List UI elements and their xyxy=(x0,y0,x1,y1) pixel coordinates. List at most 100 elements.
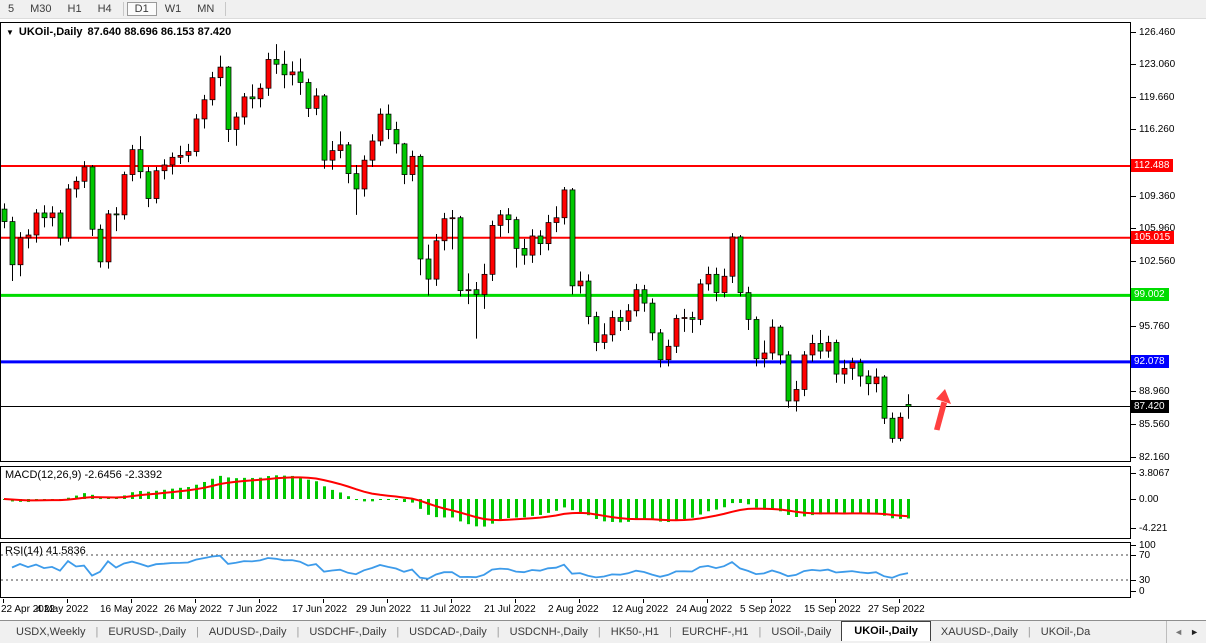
chart-symbol-label: UKOil-,Daily xyxy=(19,26,83,38)
tick-dash xyxy=(1131,196,1136,197)
tab-usdx-weekly[interactable]: USDX,Weekly xyxy=(6,623,95,641)
date-tick-mark xyxy=(707,599,708,603)
date-tick-label: 16 May 2022 xyxy=(100,604,158,615)
price-axis-tick: 95.760 xyxy=(1131,321,1170,333)
macd-label: MACD(12,26,9) -2.6456 -2.3392 xyxy=(5,469,162,481)
price-axis[interactable]: 126.460123.060119.660116.260109.360105.9… xyxy=(1131,0,1206,619)
trend-arrow-annotation[interactable] xyxy=(934,389,951,431)
tick-dash xyxy=(1131,129,1136,130)
tab-hk50-h1[interactable]: HK50-,H1 xyxy=(601,623,669,641)
symbol-tabs: USDX,Weekly|EURUSD-,Daily|AUDUSD-,Daily|… xyxy=(0,621,1166,643)
tick-dash xyxy=(1131,326,1136,327)
macd-chart[interactable] xyxy=(1,467,1130,536)
rsi-axis-tick: 0 xyxy=(1131,585,1145,597)
date-tick-mark xyxy=(195,599,196,603)
main-chart-panel[interactable]: ▼ UKOil-,Daily 87.640 88.696 86.153 87.4… xyxy=(0,22,1131,462)
date-tick-mark xyxy=(131,599,132,603)
level-price-tag: 99.002 xyxy=(1131,288,1169,301)
price-axis-tick: 85.560 xyxy=(1131,418,1170,430)
timeframe-5[interactable]: 5 xyxy=(0,2,22,16)
macd-panel[interactable]: MACD(12,26,9) -2.6456 -2.3392 xyxy=(0,466,1131,539)
chart-dropdown-triangle-icon[interactable]: ▼ xyxy=(6,28,14,37)
tab-usdcnh-daily[interactable]: USDCNH-,Daily xyxy=(500,623,598,641)
rsi-axis-tick: 70 xyxy=(1131,549,1150,561)
date-tick-mark xyxy=(643,599,644,603)
timeframe-toolbar: 5M30H1H4 D1W1MN xyxy=(0,0,1206,19)
price-axis-tick: 126.460 xyxy=(1131,26,1175,38)
current-price-tag: 87.420 xyxy=(1131,400,1169,413)
tab-xauusd-daily[interactable]: XAUUSD-,Daily xyxy=(931,623,1028,641)
tab-eurchf-h1[interactable]: EURCHF-,H1 xyxy=(672,623,759,641)
date-tick-label: 2 Aug 2022 xyxy=(548,604,599,615)
price-axis-tick: 82.160 xyxy=(1131,451,1170,463)
level-price-tag: 105.015 xyxy=(1131,231,1174,244)
macd-histogram xyxy=(3,475,910,526)
tab-usdcad-daily[interactable]: USDCAD-,Daily xyxy=(399,623,497,641)
date-tick-mark xyxy=(387,599,388,603)
tab-eurusd-daily[interactable]: EURUSD-,Daily xyxy=(98,623,196,641)
tick-dash xyxy=(1131,457,1136,458)
timeframe-m30[interactable]: M30 xyxy=(22,2,59,16)
rsi-panel[interactable]: RSI(14) 41.5836 xyxy=(0,542,1131,598)
tick-dash xyxy=(1131,64,1136,65)
tick-dash xyxy=(1131,228,1136,229)
date-tick-label: 26 May 2022 xyxy=(164,604,222,615)
date-tick-label: 7 Jun 2022 xyxy=(228,604,278,615)
chart-ohlc-values: 87.640 88.696 86.153 87.420 xyxy=(88,26,232,38)
price-axis-tick: 102.560 xyxy=(1131,255,1175,267)
tick-dash xyxy=(1131,391,1136,392)
timeframe-w1[interactable]: W1 xyxy=(157,2,190,16)
timeframe-h1[interactable]: H1 xyxy=(60,2,90,16)
macd-axis-tick: -4.221 xyxy=(1131,522,1167,534)
trading-terminal: 5M30H1H4 D1W1MN ▼ UKOil-,Daily 87.640 88.… xyxy=(0,0,1206,643)
rsi-label: RSI(14) 41.5836 xyxy=(5,545,86,557)
tab-audusd-daily[interactable]: AUDUSD-,Daily xyxy=(199,623,297,641)
macd-axis-tick: 0.00 xyxy=(1131,493,1158,505)
price-axis-tick: 119.660 xyxy=(1131,91,1174,103)
candlesticks xyxy=(2,44,911,443)
date-tick-label: 4 May 2022 xyxy=(36,604,88,615)
rsi-line xyxy=(12,556,908,579)
timeframe-h4[interactable]: H4 xyxy=(90,2,120,16)
rsi-value: 41.5836 xyxy=(46,545,86,557)
symbol-tabbar: USDX,Weekly|EURUSD-,Daily|AUDUSD-,Daily|… xyxy=(0,620,1206,643)
date-tick-label: 29 Jun 2022 xyxy=(356,604,411,615)
price-axis-tick: 123.060 xyxy=(1131,59,1175,71)
price-axis-tick: 116.260 xyxy=(1131,124,1174,136)
date-tick-label: 27 Sep 2022 xyxy=(868,604,925,615)
tab-scroll-left-icon[interactable]: ◄ xyxy=(1174,627,1183,637)
date-axis[interactable]: 22 Apr 20224 May 202216 May 202226 May 2… xyxy=(0,599,1131,619)
price-axis-tick: 109.360 xyxy=(1131,190,1175,202)
level-price-tag: 112.488 xyxy=(1131,159,1173,172)
chart-title: ▼ UKOil-,Daily 87.640 88.696 86.153 87.4… xyxy=(6,26,231,38)
tab-scroll-buttons: ◄ ► xyxy=(1166,621,1206,643)
tick-dash xyxy=(1131,261,1136,262)
date-tick-mark xyxy=(451,599,452,603)
tick-dash xyxy=(1131,32,1136,33)
timeframe-d1[interactable]: D1 xyxy=(127,2,157,16)
tab-usdchf-daily[interactable]: USDCHF-,Daily xyxy=(299,623,396,641)
macd-values: -2.6456 -2.3392 xyxy=(84,469,162,481)
date-tick-mark xyxy=(579,599,580,603)
date-tick-label: 11 Jul 2022 xyxy=(420,604,471,615)
timeframe-mn[interactable]: MN xyxy=(189,2,222,16)
date-tick-mark xyxy=(259,599,260,603)
tick-dash xyxy=(1131,424,1136,425)
tab-usoil-daily[interactable]: USOil-,Daily xyxy=(761,623,841,641)
date-tick-mark xyxy=(835,599,836,603)
date-tick-label: 17 Jun 2022 xyxy=(292,604,347,615)
date-tick-mark xyxy=(67,599,68,603)
tab-scroll-right-icon[interactable]: ► xyxy=(1190,627,1199,637)
date-tick-label: 15 Sep 2022 xyxy=(804,604,861,615)
level-price-tag: 92.078 xyxy=(1131,355,1169,368)
rsi-chart[interactable] xyxy=(1,543,1130,595)
tab-ukoil-da[interactable]: UKOil-,Da xyxy=(1031,623,1101,641)
candlestick-chart[interactable] xyxy=(1,23,1130,461)
tab-ukoil-daily[interactable]: UKOil-,Daily xyxy=(841,621,931,641)
timeframe-buttons: 5M30H1H4 D1W1MN xyxy=(0,2,229,16)
date-tick-mark xyxy=(323,599,324,603)
date-tick-mark xyxy=(515,599,516,603)
date-tick-label: 5 Sep 2022 xyxy=(740,604,791,615)
price-axis-tick: 88.960 xyxy=(1131,386,1170,398)
tick-dash xyxy=(1131,97,1136,98)
